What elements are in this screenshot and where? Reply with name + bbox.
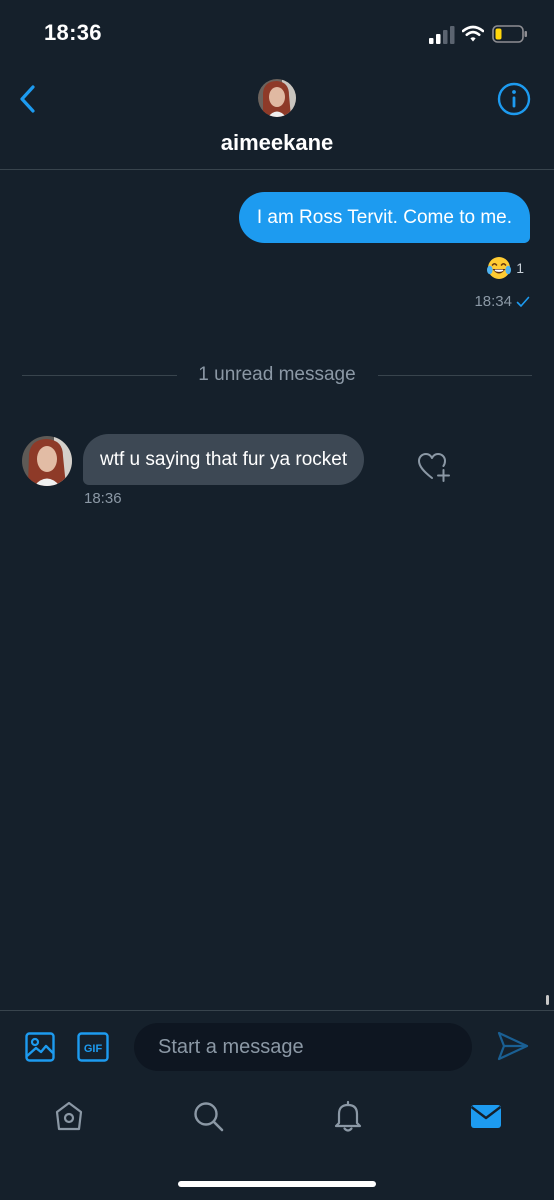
wifi-icon (462, 25, 484, 42)
header-avatar[interactable] (258, 79, 296, 117)
message-input[interactable]: Start a message (134, 1023, 472, 1071)
status-time: 18:36 (44, 20, 102, 45)
send-icon[interactable] (496, 1030, 530, 1062)
sent-checkmark-icon (516, 296, 530, 307)
incoming-message-time: 18:36 (84, 490, 122, 507)
notifications-bell-icon[interactable] (331, 1099, 365, 1133)
back-arrow-icon[interactable] (14, 82, 44, 116)
outgoing-message-bubble[interactable]: I am Ross Tervit. Come to me. (238, 192, 530, 243)
heart-plus-icon[interactable] (418, 452, 454, 484)
battery-icon (492, 25, 527, 43)
status-bar: 18:36 (0, 0, 554, 64)
gif-icon[interactable]: GIF (77, 1032, 109, 1062)
incoming-message-bubble[interactable]: wtf u saying that fur ya rocket (83, 434, 365, 485)
face-with-tears-of-joy-icon (487, 257, 512, 279)
outgoing-message-meta: 18:34 (474, 293, 530, 310)
reaction-count: 1 (516, 260, 524, 276)
cellular-signal-icon (429, 26, 455, 44)
info-icon[interactable] (496, 81, 532, 117)
message-input-placeholder: Start a message (158, 1036, 304, 1058)
image-icon[interactable] (24, 1031, 56, 1063)
search-icon[interactable] (191, 1099, 225, 1133)
home-icon[interactable] (52, 1099, 86, 1133)
message-reaction[interactable]: 1 (486, 255, 524, 281)
messages-mail-icon[interactable] (469, 1099, 503, 1133)
outgoing-message-time: 18:34 (474, 293, 512, 310)
conversation-username[interactable]: aimeekane (0, 130, 554, 156)
home-indicator[interactable] (178, 1181, 376, 1187)
sender-avatar[interactable] (22, 436, 72, 486)
unread-divider-label: 1 unread message (198, 364, 356, 385)
unread-divider: 1 unread message (22, 363, 532, 387)
scroll-indicator[interactable] (546, 995, 549, 1005)
gif-label: GIF (84, 1043, 103, 1055)
conversation-header: aimeekane (0, 64, 554, 170)
message-composer: GIF Start a message (0, 1010, 554, 1086)
